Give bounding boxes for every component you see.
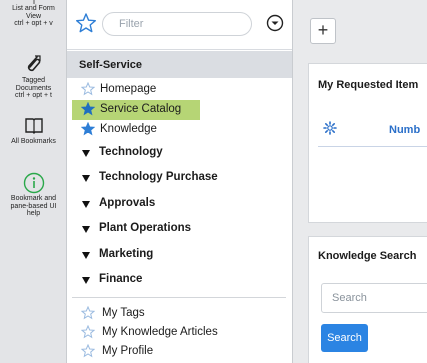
caret-down-icon [82, 150, 90, 157]
rail-label-line: List and Form [12, 5, 55, 12]
nav-item-label: My Tags [102, 307, 145, 319]
rail-label-line: Bookmark and [10, 195, 57, 202]
knowledge-search-widget: Knowledge Search Search [308, 236, 427, 363]
rail-label-line: Documents [15, 84, 52, 92]
filter-bar [67, 0, 292, 50]
nav-item-label: Service Catalog [100, 103, 182, 115]
widget-title: My Requested Item [318, 79, 419, 91]
nav-item-my-profile[interactable]: My Profile [67, 342, 292, 362]
section-title[interactable]: Self-Service [67, 51, 292, 78]
star-outline-icon[interactable] [81, 325, 95, 339]
nav-group-label: Plant Operations [99, 222, 192, 234]
nav-item-label: Homepage [100, 83, 157, 95]
application-navigator: Self-Service Homepage Service Catalog Kn… [67, 0, 292, 363]
number-column-header[interactable]: Numb [389, 124, 420, 136]
favorites-star-icon[interactable] [75, 12, 97, 34]
star-filled-icon[interactable] [81, 122, 95, 136]
caret-down-icon [82, 277, 90, 284]
book-icon [24, 118, 43, 134]
caret-down-icon [82, 175, 90, 182]
rail-label-line: All Bookmarks [11, 138, 56, 145]
bookmark-rail: List and Form View ctrl + opt + v Tagged… [0, 0, 67, 363]
main-content: + My Requested Item Numb Knowledge Searc… [292, 0, 427, 363]
caret-down-icon [82, 201, 90, 208]
caret-down-icon [82, 252, 90, 259]
chevron-down-circle-icon[interactable] [266, 14, 284, 32]
star-outline-icon[interactable] [81, 344, 95, 358]
rail-label-line: pane-based UI [10, 202, 57, 210]
nav-group-label: Technology Purchase [99, 171, 218, 183]
nav-item-label: My Knowledge Articles [102, 326, 218, 338]
rail-label-line: Tagged [22, 77, 45, 84]
nav-divider [72, 297, 286, 298]
header-underline [318, 146, 427, 147]
nav-group-label: Approvals [99, 197, 156, 209]
nav-group-label: Technology [99, 146, 163, 158]
rail-item-list-form-view[interactable]: List and Form View ctrl + opt + v [0, 0, 67, 28]
paperclip-icon [27, 55, 41, 72]
rail-item-tagged-documents[interactable]: Tagged Documents ctrl + opt + t [0, 54, 67, 100]
my-requested-items-widget: My Requested Item Numb [308, 63, 427, 223]
widget-title: Knowledge Search [318, 250, 417, 262]
nav-group-label: Finance [99, 273, 143, 285]
rail-label-line: View [25, 12, 42, 20]
nav-item-label: Knowledge [100, 123, 157, 135]
nav-item-label: My Profile [102, 345, 154, 357]
nav-item-my-knowledge-articles[interactable]: My Knowledge Articles [67, 323, 292, 343]
rail-item-bookmark-help[interactable]: Bookmark and pane-based UI help [0, 172, 67, 218]
filter-input[interactable] [102, 12, 252, 36]
rail-shortcut: ctrl + opt + v [14, 20, 53, 27]
gear-icon[interactable] [323, 121, 337, 135]
nav-group-finance[interactable]: Finance [67, 270, 292, 290]
nav-item-service-catalog[interactable]: Service Catalog [67, 100, 292, 120]
caret-down-icon [82, 226, 90, 233]
star-outline-icon[interactable] [81, 82, 95, 96]
rail-label-line: help [26, 210, 41, 217]
knowledge-search-button[interactable]: Search [321, 324, 368, 352]
nav-item-my-tags[interactable]: My Tags [67, 304, 292, 324]
nav-group-marketing[interactable]: Marketing [67, 245, 292, 265]
nav-group-technology[interactable]: Technology [67, 143, 292, 163]
nav-group-plant-operations[interactable]: Plant Operations [67, 219, 292, 239]
star-outline-icon[interactable] [81, 306, 95, 320]
knowledge-search-input[interactable] [321, 283, 427, 313]
add-widget-button[interactable]: + [310, 18, 336, 44]
rail-item-all-bookmarks[interactable]: All Bookmarks [0, 117, 67, 146]
star-filled-icon[interactable] [81, 102, 95, 116]
info-icon [23, 172, 44, 194]
nav-group-approvals[interactable]: Approvals [67, 194, 292, 214]
nav-group-technology-purchase[interactable]: Technology Purchase [67, 168, 292, 188]
list-form-icon [33, 0, 34, 4]
rail-shortcut: ctrl + opt + t [15, 92, 52, 99]
nav-item-homepage[interactable]: Homepage [67, 80, 292, 100]
nav-item-knowledge[interactable]: Knowledge [67, 120, 292, 140]
nav-group-label: Marketing [99, 248, 154, 260]
